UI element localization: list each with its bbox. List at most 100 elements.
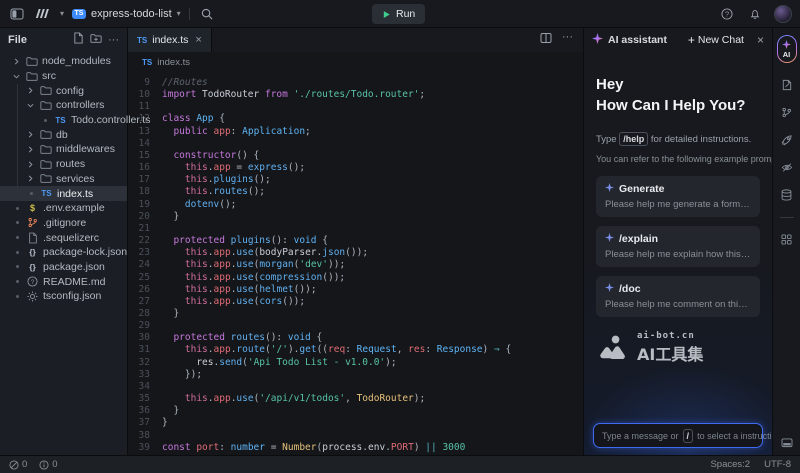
notifications-bell-icon[interactable] [746, 5, 764, 23]
line-number: 30 [128, 332, 162, 344]
tab-close-icon[interactable]: × [195, 34, 201, 46]
file-icon [26, 232, 39, 244]
breadcrumb[interactable]: TS index.ts [128, 52, 583, 72]
chevron-right-icon[interactable] [26, 161, 35, 168]
chevron-right-icon[interactable] [12, 58, 21, 65]
user-avatar[interactable] [774, 5, 792, 23]
tree-item-label: node_modules [42, 55, 111, 67]
editor-more-icon[interactable]: ··· [562, 31, 573, 49]
file-marker-dot [44, 119, 47, 122]
tree-item--sequelizerc[interactable]: .sequelizerc [0, 230, 127, 245]
indentation-setting[interactable]: Spaces:2 [710, 459, 750, 470]
sidebar-toggle-icon[interactable] [8, 5, 26, 23]
tree-item-src[interactable]: src [0, 69, 127, 84]
assistant-close-icon[interactable]: × [757, 33, 764, 47]
code-line: 29 [128, 320, 583, 332]
topbar-divider [189, 8, 190, 20]
project-ts-badge: TS [72, 9, 86, 19]
tree-item-tsconfig-json[interactable]: tsconfig.json [0, 289, 127, 304]
breadcrumb-file: index.ts [157, 57, 190, 68]
line-number: 37 [128, 417, 162, 429]
chevron-right-icon[interactable] [26, 146, 35, 153]
code-line: 37} [128, 417, 583, 429]
readme-icon: ? [26, 276, 39, 287]
tree-item-package-json[interactable]: {}package.json [0, 260, 127, 275]
tree-item--gitignore[interactable]: .gitignore [0, 216, 127, 231]
app-logo[interactable] [34, 5, 52, 23]
run-button[interactable]: Run [372, 4, 425, 24]
line-number: 35 [128, 393, 162, 405]
docs-icon[interactable] [781, 79, 793, 91]
message-input[interactable]: Type a message or / to select a instruct… [593, 423, 763, 448]
tree-item-label: src [42, 70, 56, 82]
chevron-right-icon[interactable] [26, 131, 35, 138]
code-editor[interactable]: 9//Routes10import TodoRouter from './rou… [128, 72, 583, 455]
file-marker-dot [30, 192, 33, 195]
tree-item-controllers[interactable]: controllers [0, 98, 127, 113]
errors-indicator[interactable]: 0 [9, 459, 27, 470]
line-number: 24 [128, 259, 162, 271]
code-line: 39const port: number = Number(process.en… [128, 442, 583, 454]
chevron-down-icon[interactable] [12, 73, 21, 80]
run-label: Run [396, 8, 415, 20]
chevron-down-icon[interactable] [26, 102, 35, 109]
search-icon[interactable] [198, 5, 216, 23]
code-line: 13 public app: Application; [128, 126, 583, 138]
chevron-right-icon[interactable] [26, 87, 35, 94]
tab-index-ts[interactable]: TS index.ts × [128, 28, 212, 52]
tree-item-readme-md[interactable]: ?README.md [0, 274, 127, 289]
tree-item-package-lock-json[interactable]: {}package-lock.json [0, 245, 127, 260]
tree-item-services[interactable]: services [0, 172, 127, 187]
code-line: 25 this.app.use(compression()); [128, 272, 583, 284]
folder-icon [39, 144, 52, 155]
new-chat-label: New Chat [698, 34, 744, 46]
file-explorer: File ··· node_modulessrcconfigcontroller… [0, 28, 128, 455]
project-switcher[interactable]: TS express-todo-list ▾ [72, 8, 181, 20]
new-file-icon[interactable] [73, 31, 84, 49]
line-number: 28 [128, 308, 162, 320]
prompt-label: /doc [619, 283, 641, 295]
tree-item-node-modules[interactable]: node_modules [0, 54, 127, 69]
database-icon[interactable] [781, 189, 792, 201]
apps-grid-icon[interactable] [781, 234, 792, 245]
tree-item-index-ts[interactable]: TSindex.ts [0, 186, 127, 201]
line-number: 21 [128, 223, 162, 235]
new-folder-icon[interactable] [90, 31, 102, 49]
code-line: 26 this.app.use(helmet()); [128, 284, 583, 296]
tree-item-middlewares[interactable]: middlewares [0, 142, 127, 157]
encoding-setting[interactable]: UTF-8 [764, 459, 791, 470]
tree-item-label: tsconfig.json [43, 290, 101, 302]
code-line: 27 this.app.use(cors()); [128, 296, 583, 308]
prompt-card--explain[interactable]: /explainPlease help me explain how this … [596, 226, 760, 267]
env-icon: $ [26, 203, 39, 213]
bottom-panel-icon[interactable] [781, 438, 793, 448]
line-number: 26 [128, 284, 162, 296]
tree-item--env-example[interactable]: $.env.example [0, 201, 127, 216]
help-icon[interactable]: ? [718, 5, 736, 23]
line-number: 11 [128, 101, 162, 113]
ai-assistant-rail-button[interactable]: AI [777, 35, 797, 63]
tree-item-routes[interactable]: routes [0, 157, 127, 172]
chevron-right-icon[interactable] [26, 175, 35, 182]
ts-file-icon: TS [137, 36, 147, 45]
prompt-card--doc[interactable]: /docPlease help me comment on this code. [596, 276, 760, 317]
logo-chevron-down-icon[interactable]: ▾ [60, 9, 64, 18]
tree-item-label: Todo.controller.ts [71, 114, 150, 126]
deploy-rocket-icon[interactable] [781, 134, 793, 146]
new-chat-button[interactable]: + New Chat [688, 33, 744, 47]
explorer-more-icon[interactable]: ··· [108, 34, 119, 46]
prompt-card-generate[interactable]: GeneratePlease help me generate a form c… [596, 176, 760, 217]
preview-off-icon[interactable] [781, 162, 793, 173]
source-control-icon[interactable] [781, 107, 792, 118]
warnings-indicator[interactable]: 0 [39, 459, 57, 470]
code-line: 19 dotenv(); [128, 199, 583, 211]
help-hint: Type /help for detailed instructions. [596, 132, 760, 146]
line-number: 33 [128, 369, 162, 381]
tree-item-db[interactable]: db [0, 127, 127, 142]
split-editor-icon[interactable] [540, 31, 552, 49]
tree-item-todo-controller-ts[interactable]: TSTodo.controller.ts [0, 113, 127, 128]
tree-item-config[interactable]: config [0, 83, 127, 98]
prompt-description: Please help me explain how this function… [605, 249, 751, 260]
file-marker-dot [16, 295, 19, 298]
code-line: 9//Routes [128, 77, 583, 89]
